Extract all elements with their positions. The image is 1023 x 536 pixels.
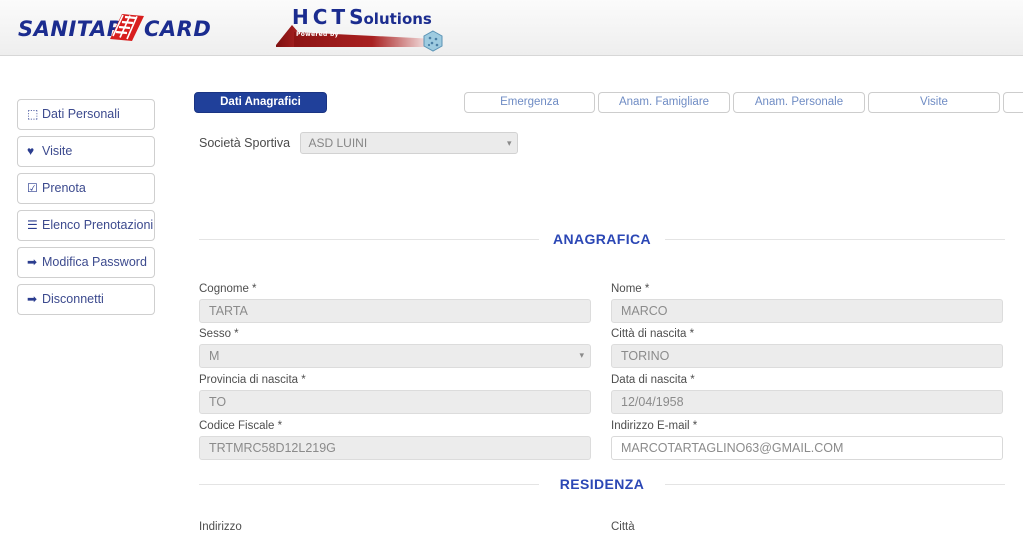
heart-icon: ♥ xyxy=(27,144,35,158)
form-group: Indirizzo E-mail * MARCOTARTAGLINO63@GMAI… xyxy=(611,419,1003,460)
section-title: RESIDENZA xyxy=(547,473,657,495)
sidebar-item-disconnetti[interactable]: ➡ Disconnetti xyxy=(17,284,155,315)
field-value: TARTA xyxy=(209,304,248,318)
sanitary-flag-icon xyxy=(110,14,144,41)
section-rule-right xyxy=(665,239,1005,240)
form-group: IndirizzoVIA PO, 29 xyxy=(199,520,591,536)
section-rule-left xyxy=(199,484,539,485)
field-label: Indirizzo xyxy=(199,521,242,533)
sidebar-item-prenota[interactable]: ☑ Prenota xyxy=(17,173,155,204)
hct-solutions-logo: HCTSolutions Powered by xyxy=(276,3,462,52)
sidebar-nav: ⬚ Dati Personali ♥ Visite ☑ Prenota ☰ Elenco Pr… xyxy=(17,99,155,321)
page-body: ⬚ Dati Personali ♥ Visite ☑ Prenota ☰ Elenco Pr… xyxy=(0,56,1023,536)
sidebar-item-dati-personali[interactable]: ⬚ Dati Personali xyxy=(17,99,155,130)
tab-anam-personale[interactable]: Anam. Personale xyxy=(733,92,865,113)
field-value: TORINO xyxy=(621,349,670,363)
field-value: M xyxy=(209,349,220,363)
sidebar-item-modifica-password[interactable]: ➡ Modifica Password xyxy=(17,247,155,278)
hct-solutions-rest: olutions xyxy=(363,10,432,28)
form-group: CittàTORINO xyxy=(611,520,1003,536)
section-rule-right xyxy=(665,484,1005,485)
field-label: Data di nascita * xyxy=(611,374,695,386)
sanitary-card-logo: SANITARY CARD xyxy=(18,8,212,48)
logo-word-card: CARD xyxy=(144,17,212,41)
field-label: Codice Fiscale * xyxy=(199,420,283,432)
main-content: Dati Anagrafici Emergenza Anam. Famigliare… xyxy=(190,92,1023,533)
sign-out-icon: ➡ xyxy=(27,255,38,269)
field-value: MARCO xyxy=(621,304,668,318)
field-label: Indirizzo E-mail * xyxy=(611,420,698,432)
section-title: ANAGRAFICA xyxy=(540,228,664,250)
form-group: Nome * MARCO xyxy=(611,282,1003,323)
section-header: ANAGRAFICA xyxy=(199,228,1005,250)
sidebar-item-label: Disconnetti xyxy=(42,292,104,306)
tab-anam-famigliare[interactable]: Anam. Famigliare xyxy=(598,92,730,113)
field-label: Città di nascita * xyxy=(611,328,695,340)
hct-letter-c: C xyxy=(312,5,332,29)
tab-emergenza[interactable]: Emergenza xyxy=(464,92,595,113)
input-nome[interactable]: MARCO xyxy=(611,299,1003,323)
form-group: Provincia di nascita * TO xyxy=(199,373,591,414)
select-sesso[interactable]: M ▾ xyxy=(199,344,591,368)
chevron-down-icon: ▾ xyxy=(579,350,584,360)
hct-letter-h: H xyxy=(292,5,313,29)
sidebar-item-elenco-prenotazioni[interactable]: ☰ Elenco Prenotazioni xyxy=(17,210,155,241)
input-data-di-nascita[interactable]: 12/04/1958 xyxy=(611,390,1003,414)
input-città-di-nascita[interactable]: TORINO xyxy=(611,344,1003,368)
tab-bar: Dati Anagrafici Emergenza Anam. Famigliare… xyxy=(190,92,1023,114)
hct-wordmark: HCTSolutions xyxy=(292,5,432,29)
sidebar-item-label: Modifica Password xyxy=(42,255,147,269)
field-label: Provincia di nascita * xyxy=(199,374,306,386)
sidebar-item-label: Visite xyxy=(42,144,73,158)
field-value: MARCOTARTAGLINO63@GMAIL.COM xyxy=(621,441,844,455)
section-rule-left xyxy=(199,239,539,240)
field-value: TO xyxy=(209,395,227,409)
id-card-icon: ⬚ xyxy=(27,107,39,121)
input-cognome[interactable]: TARTA xyxy=(199,299,591,323)
app-header: SANITARY CARD HCTSolutions Powered by xyxy=(0,0,1023,56)
input-provincia-di-nascita[interactable]: TO xyxy=(199,390,591,414)
tab-visite[interactable]: Visite xyxy=(868,92,1000,113)
field-value: TRTMRC58D12L219G xyxy=(209,441,336,455)
form-group: Sesso * M ▾ xyxy=(199,327,591,368)
form-group: Cognome * TARTA xyxy=(199,282,591,323)
section-header: RESIDENZA xyxy=(199,473,1005,495)
sign-out-icon: ➡ xyxy=(27,292,38,306)
input-codice-fiscale[interactable]: TRTMRC58D12L219G xyxy=(199,436,591,460)
powered-by-label: Powered by xyxy=(296,31,339,38)
hct-hexagon-icon xyxy=(423,30,443,52)
chevron-down-icon: ▾ xyxy=(506,138,512,148)
field-value: 12/04/1958 xyxy=(621,395,684,409)
sidebar-item-label: Elenco Prenotazioni xyxy=(42,218,154,232)
societa-sportiva-select[interactable]: ASD LUINI ▾ xyxy=(300,132,519,154)
tab-cartella[interactable]: Cartella xyxy=(1003,92,1023,113)
form-group: Data di nascita * 12/04/1958 xyxy=(611,373,1003,414)
field-label: Cognome * xyxy=(199,283,257,295)
sidebar-item-visite[interactable]: ♥ Visite xyxy=(17,136,155,167)
field-label: Sesso * xyxy=(199,328,239,340)
sidebar-item-label: Prenota xyxy=(42,181,86,195)
societa-sportiva-row: Società Sportiva ASD LUINI ▾ xyxy=(199,132,519,154)
tab-dati-anagrafici[interactable]: Dati Anagrafici xyxy=(194,92,327,113)
hct-letter-t: T xyxy=(331,5,350,29)
input-indirizzo-e-mail[interactable]: MARCOTARTAGLINO63@GMAIL.COM xyxy=(611,436,1003,460)
check-square-icon: ☑ xyxy=(27,181,38,195)
societa-sportiva-label: Società Sportiva xyxy=(199,136,291,150)
societa-sportiva-value: ASD LUINI xyxy=(308,136,368,150)
form-group: Città di nascita * TORINO xyxy=(611,327,1003,368)
form-group: Codice Fiscale * TRTMRC58D12L219G xyxy=(199,419,591,460)
hct-solutions-s: S xyxy=(349,5,364,29)
field-label: Nome * xyxy=(611,283,650,295)
list-icon: ☰ xyxy=(27,218,38,232)
sidebar-item-label: Dati Personali xyxy=(42,107,120,121)
field-label: Città xyxy=(611,521,635,533)
